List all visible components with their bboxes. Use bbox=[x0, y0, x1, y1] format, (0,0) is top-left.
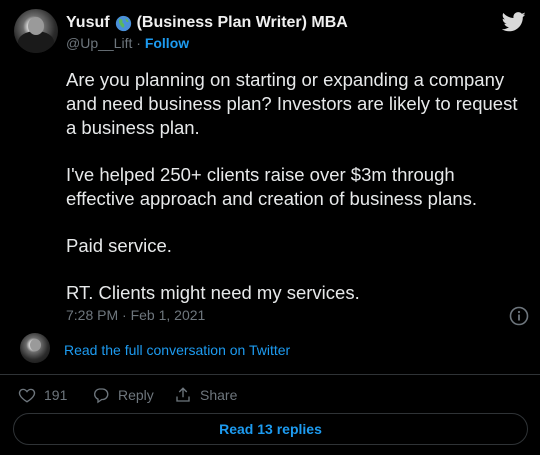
author-name-suffix[interactable]: (Business Plan Writer) MBA bbox=[137, 14, 348, 32]
avatar-face bbox=[28, 17, 44, 35]
read-replies-button[interactable]: Read 13 replies bbox=[13, 413, 528, 445]
tweet-text: Are you planning on starting or expandin… bbox=[66, 68, 526, 328]
author-handle-line: @Up__Lift · Follow bbox=[66, 35, 189, 51]
heart-icon bbox=[18, 388, 36, 403]
tweet-paragraph: Paid service. bbox=[66, 235, 172, 256]
info-icon[interactable] bbox=[509, 306, 529, 326]
read-conversation-link[interactable]: Read the full conversation on Twitter bbox=[64, 342, 290, 358]
twitter-bird-icon[interactable] bbox=[502, 12, 526, 32]
share-icon bbox=[176, 387, 190, 402]
reply-button[interactable]: Reply bbox=[92, 386, 154, 404]
tweet-timestamp[interactable]: 7:28 PM · Feb 1, 2021 bbox=[66, 307, 205, 323]
divider bbox=[0, 374, 540, 375]
like-button[interactable]: 191 bbox=[18, 386, 67, 404]
globe-emoji-icon bbox=[115, 15, 131, 31]
like-count: 191 bbox=[44, 387, 68, 403]
reply-icon bbox=[94, 388, 109, 404]
tweet-paragraph: Are you planning on starting or expandin… bbox=[66, 69, 518, 138]
tweet-paragraph: I've helped 250+ clients raise over $3m … bbox=[66, 164, 478, 209]
reply-label: Reply bbox=[118, 387, 154, 403]
avatar-face bbox=[30, 339, 41, 351]
conversation-avatar bbox=[20, 333, 50, 363]
author-name-prefix[interactable]: Yusuf bbox=[66, 14, 110, 32]
handle-separator: · bbox=[136, 35, 141, 51]
author-handle[interactable]: @Up__Lift bbox=[66, 35, 132, 51]
author-name[interactable]: Yusuf (Business Plan Writer) MBA bbox=[66, 14, 348, 32]
tweet-paragraph: RT. Clients might need my services. bbox=[66, 282, 360, 303]
follow-link[interactable]: Follow bbox=[145, 35, 189, 51]
share-label: Share bbox=[200, 387, 238, 403]
author-avatar[interactable] bbox=[14, 9, 58, 53]
tweet-card: Yusuf (Business Plan Writer) MBA @Up__Li… bbox=[0, 0, 540, 455]
share-button[interactable]: Share bbox=[174, 386, 237, 404]
